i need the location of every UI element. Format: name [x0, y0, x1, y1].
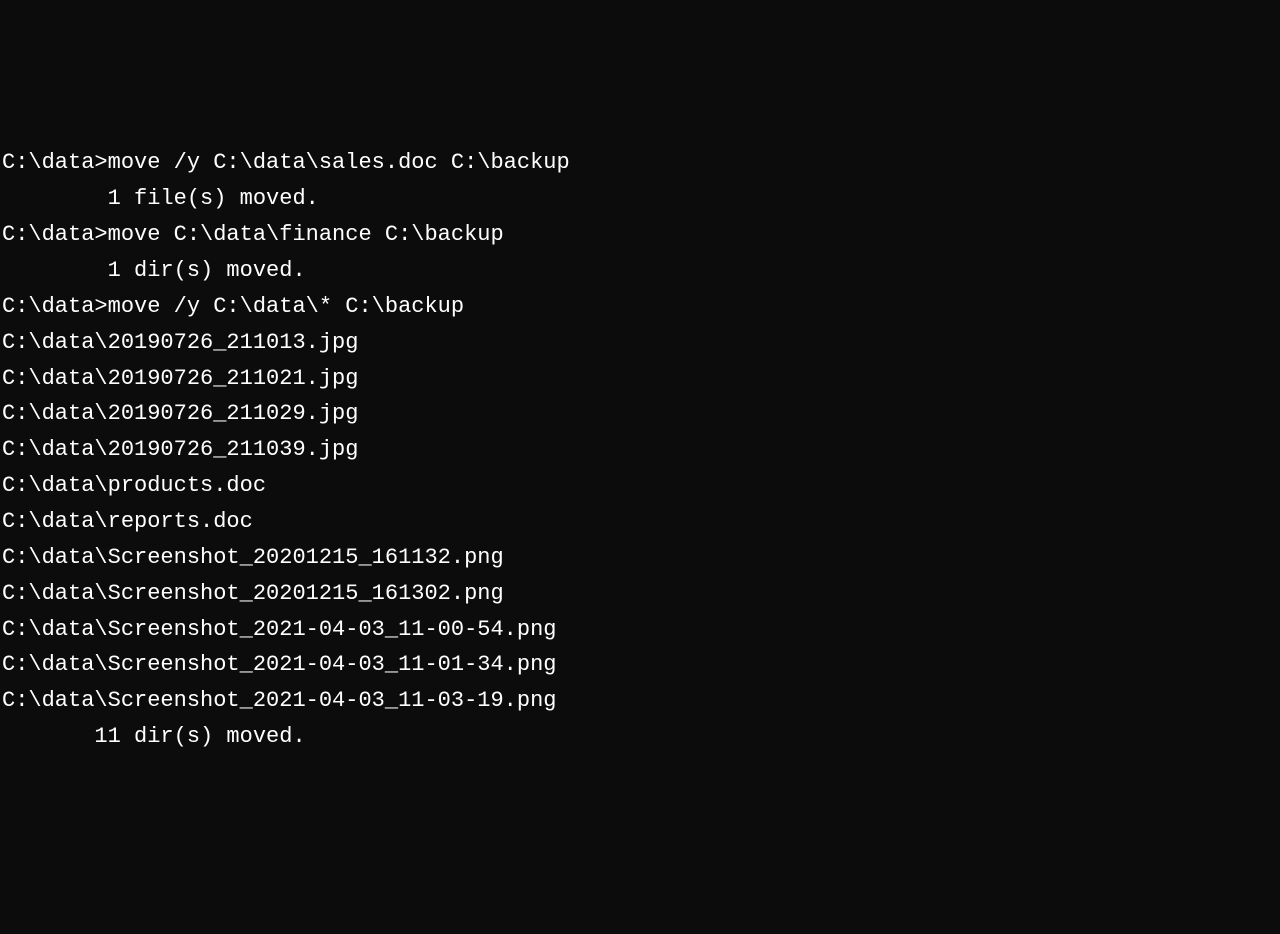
terminal-line: C:\data>move /y C:\data\sales.doc C:\bac…: [2, 145, 1280, 181]
terminal-line: C:\data\Screenshot_20201215_161302.png: [2, 576, 1280, 612]
terminal-line: C:\data\20190726_211013.jpg: [2, 325, 1280, 361]
terminal-line: C:\data\20190726_211039.jpg: [2, 432, 1280, 468]
terminal-output[interactable]: C:\data>move /y C:\data\sales.doc C:\bac…: [2, 145, 1280, 755]
terminal-line: C:\data\20190726_211029.jpg: [2, 396, 1280, 432]
terminal-line: C:\data>move C:\data\finance C:\backup: [2, 217, 1280, 253]
terminal-line: C:\data\Screenshot_2021-04-03_11-03-19.p…: [2, 683, 1280, 719]
terminal-line: C:\data\Screenshot_20201215_161132.png: [2, 540, 1280, 576]
terminal-line: 11 dir(s) moved.: [2, 719, 1280, 755]
terminal-line: 1 file(s) moved.: [2, 181, 1280, 217]
terminal-line: C:\data\20190726_211021.jpg: [2, 361, 1280, 397]
terminal-line: C:\data\reports.doc: [2, 504, 1280, 540]
terminal-line: C:\data\Screenshot_2021-04-03_11-00-54.p…: [2, 612, 1280, 648]
terminal-line: C:\data>move /y C:\data\* C:\backup: [2, 289, 1280, 325]
terminal-line: C:\data\Screenshot_2021-04-03_11-01-34.p…: [2, 647, 1280, 683]
terminal-line: C:\data\products.doc: [2, 468, 1280, 504]
terminal-line: 1 dir(s) moved.: [2, 253, 1280, 289]
